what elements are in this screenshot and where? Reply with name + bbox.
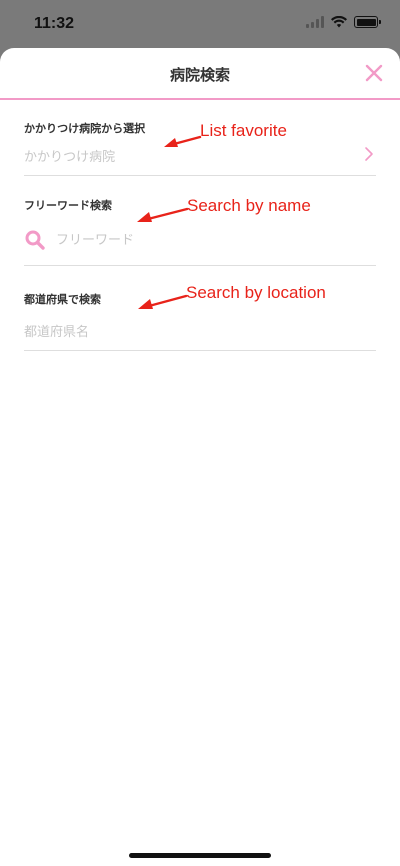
annotation-arrow-icon <box>137 207 189 222</box>
wifi-icon <box>331 16 347 28</box>
page-title: 病院検索 <box>169 66 230 84</box>
close-icon[interactable] <box>362 61 386 85</box>
annotation-search-by-location: Search by location <box>186 283 326 302</box>
status-time: 11:32 <box>34 15 75 32</box>
free-word-field[interactable] <box>24 229 376 266</box>
status-bar: 11:32 <box>0 0 400 50</box>
search-icon <box>25 230 45 250</box>
annotation-arrow-icon <box>164 135 202 147</box>
annotation-list-favorite: List favorite <box>200 121 287 140</box>
chevron-right-icon <box>365 147 373 161</box>
cellular-signal-icon <box>306 16 324 28</box>
home-indicator <box>129 853 271 858</box>
favorite-hospital-field[interactable]: かかりつけ病院 <box>24 146 376 176</box>
favorite-hospital-value: かかりつけ病院 <box>24 150 116 165</box>
free-word-input[interactable] <box>56 232 316 248</box>
status-icons <box>306 16 381 28</box>
annotation-arrow-icon <box>138 294 188 309</box>
prefecture-value: 都道府県名 <box>24 325 90 340</box>
sheet-header: 病院検索 <box>0 48 400 100</box>
battery-icon <box>354 16 381 28</box>
hospital-search-sheet: 病院検索 かかりつけ病院から選択 かかりつけ病院 フリーワード検索 都道府県で検… <box>0 48 400 866</box>
prefecture-field[interactable]: 都道府県名 <box>24 321 376 351</box>
annotation-search-by-name: Search by name <box>187 196 311 215</box>
